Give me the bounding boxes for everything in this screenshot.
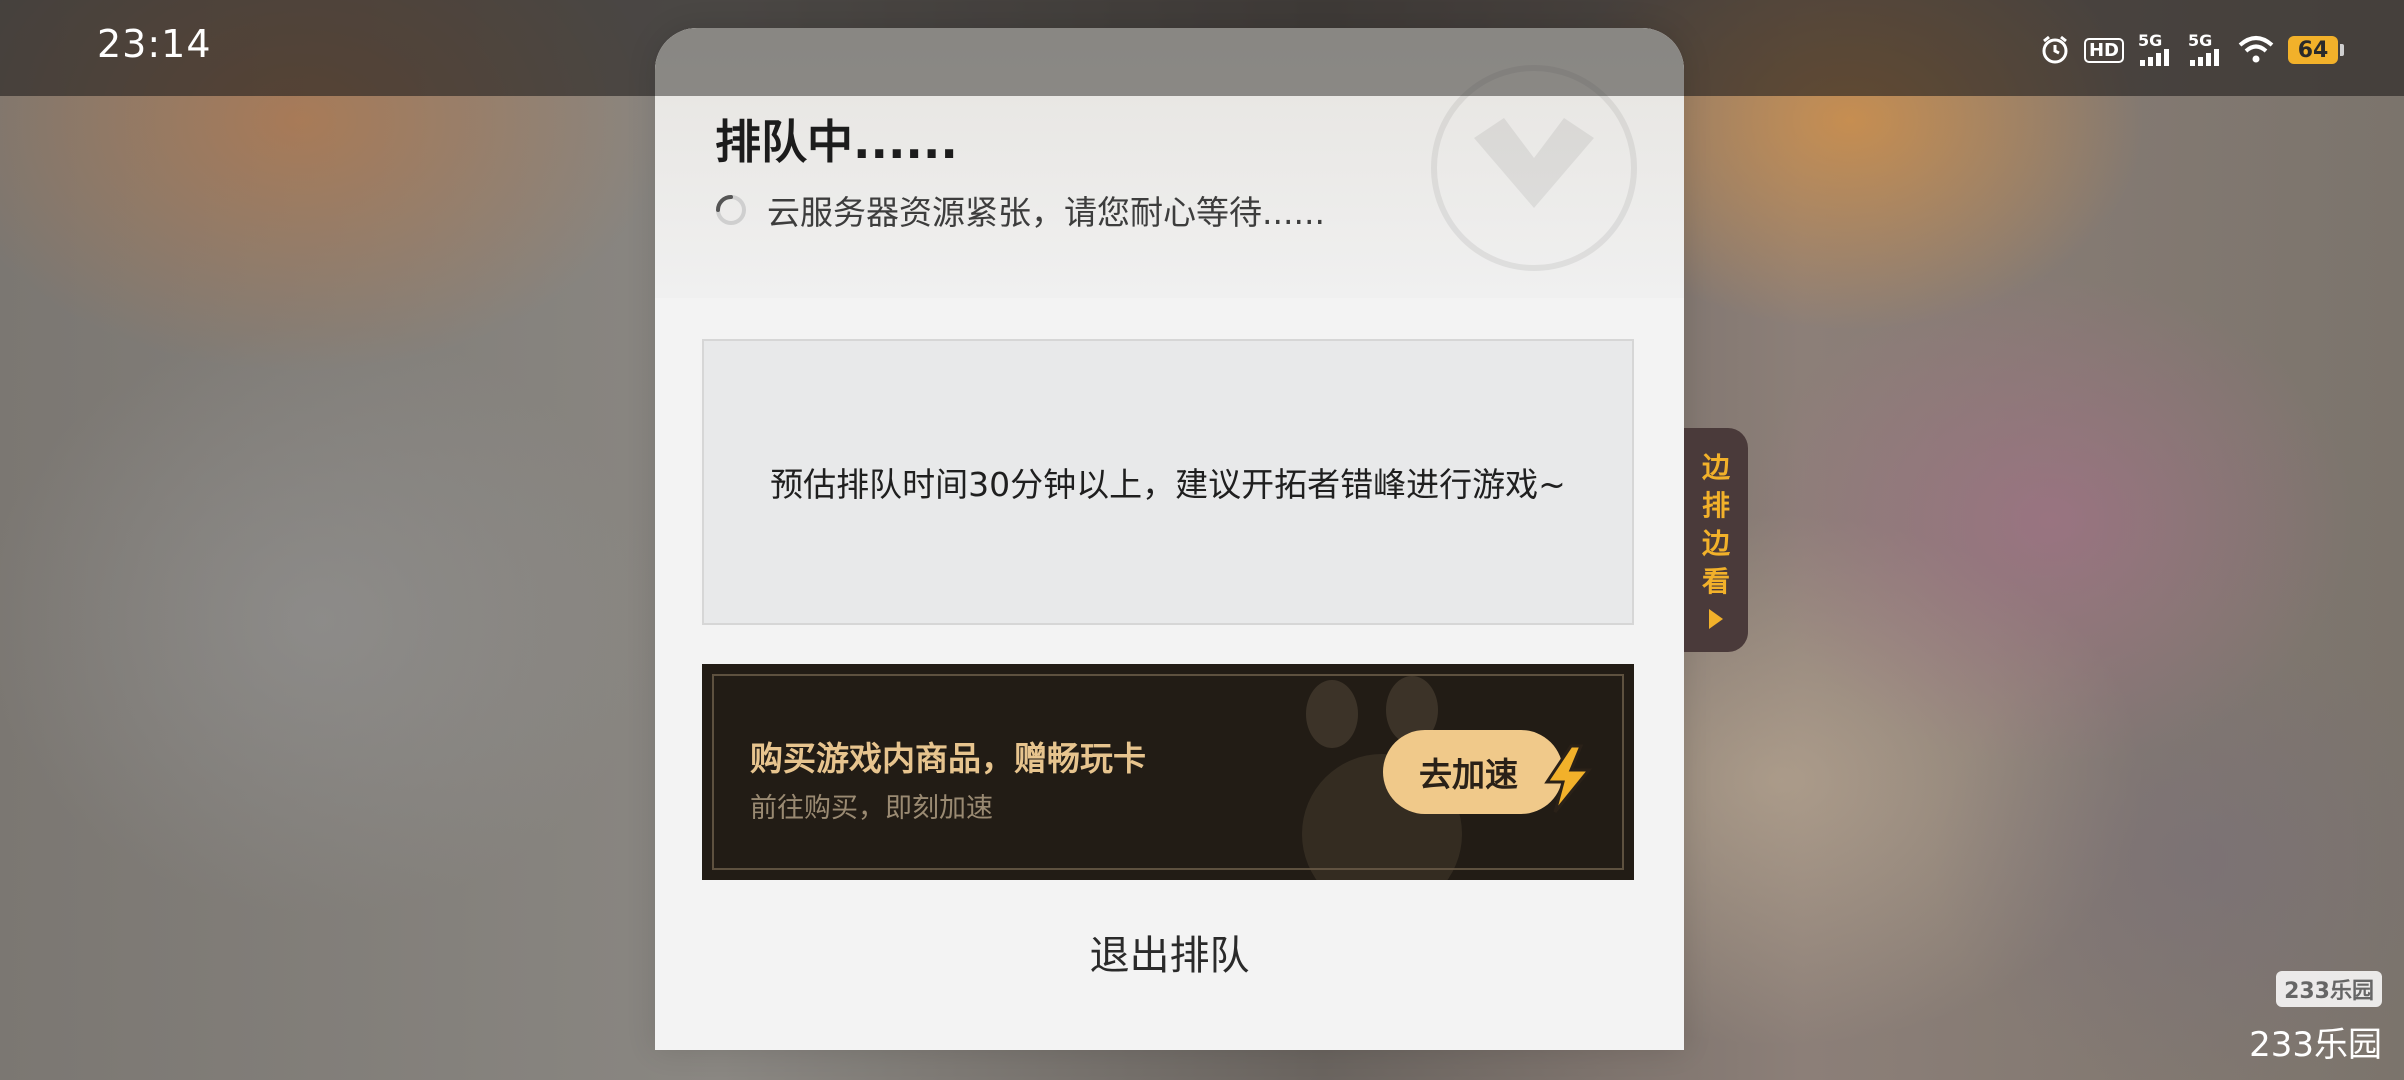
hd-icon: HD <box>2083 37 2124 63</box>
lightning-bolt-icon <box>1544 744 1593 813</box>
wifi-icon <box>2238 35 2274 65</box>
dialog-title: 排队中...... <box>715 115 958 169</box>
queue-status-row: 云服务器资源紧张，请您耐心等待...... <box>713 186 1325 234</box>
watch-while-queueing-tab[interactable]: 边 排 边 看 <box>1684 428 1748 652</box>
status-icons: HD 5G 5G 64 <box>2040 30 2344 70</box>
queue-notice-box: 预估排队时间30分钟以上，建议开拓者错峰进行游戏~ <box>702 339 1634 625</box>
promo-title: 购买游戏内商品，赠畅玩卡 <box>750 739 1146 778</box>
alarm-icon <box>2040 35 2070 65</box>
battery-icon: 64 <box>2288 36 2338 64</box>
battery-tip <box>2340 44 2344 56</box>
side-tab-char: 边 <box>1701 527 1730 560</box>
queue-dialog: 排队中...... 云服务器资源紧张，请您耐心等待...... 预估排队时间30… <box>655 28 1684 1050</box>
side-tab-char: 看 <box>1701 565 1730 598</box>
watermark: 233乐园 233乐园 <box>2249 971 2382 1066</box>
loading-spinner-icon <box>716 195 746 225</box>
side-tab-char: 边 <box>1701 451 1730 484</box>
speed-up-button[interactable]: 去加速 <box>1383 730 1563 814</box>
exit-queue-button[interactable]: 退出排队 <box>655 923 1684 981</box>
signal-5g-icon-1: 5G <box>2138 33 2174 66</box>
play-arrow-icon <box>1709 609 1723 629</box>
signal-5g-icon-2: 5G <box>2188 33 2224 66</box>
promo-banner[interactable]: 购买游戏内商品，赠畅玩卡 前往购买，即刻加速 去加速 <box>702 664 1634 880</box>
queue-status-text: 云服务器资源紧张，请您耐心等待...... <box>767 193 1325 232</box>
promo-subtitle: 前往购买，即刻加速 <box>750 793 993 824</box>
status-time: 23:14 <box>97 22 212 66</box>
watermark-text: 233乐园 <box>2249 1025 2382 1065</box>
queue-notice-text: 预估排队时间30分钟以上，建议开拓者错峰进行游戏~ <box>770 465 1566 504</box>
dialog-status-overlay <box>655 28 1684 96</box>
side-tab-char: 排 <box>1701 489 1730 522</box>
watermark-logo: 233乐园 <box>2276 971 2382 1007</box>
